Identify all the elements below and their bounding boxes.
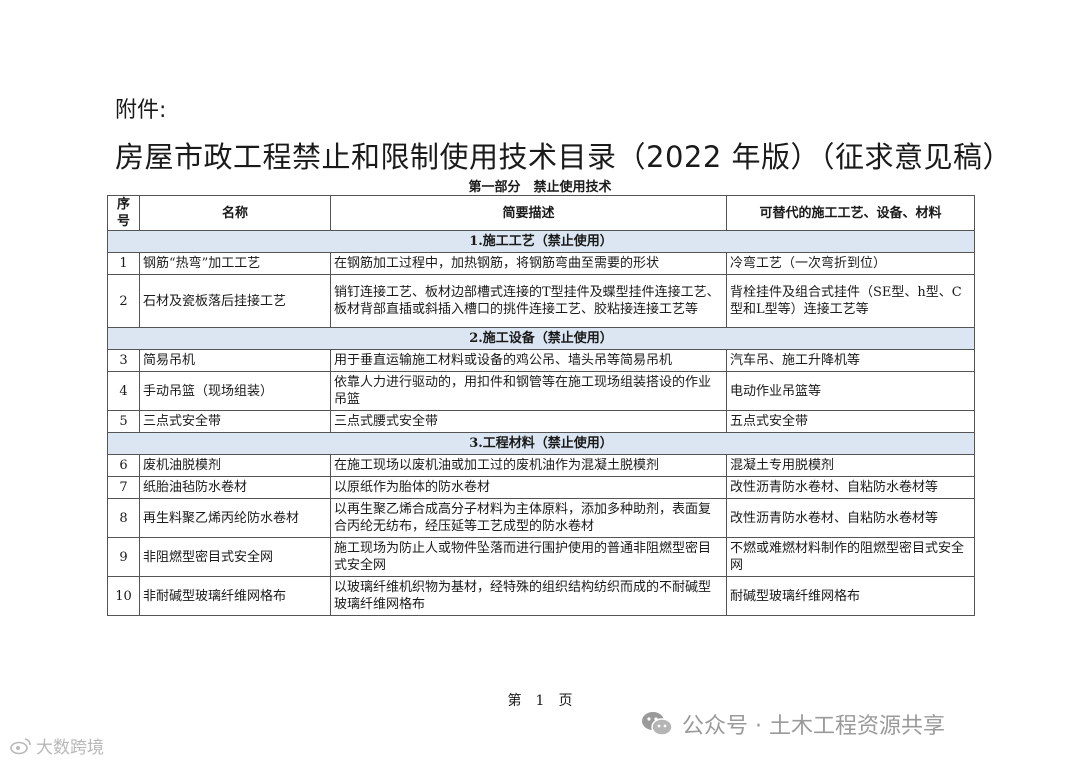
table-row: 4 手动吊篮（现场组装） 依靠人力进行驱动的，用扣件和钢管等在施工现场组装搭设的… xyxy=(107,371,975,411)
row-alternative: 汽车吊、施工升降机等 xyxy=(726,349,975,372)
header-number: 序号 xyxy=(107,195,140,231)
part-title: 第一部分 禁止使用技术 xyxy=(468,180,612,195)
row-alternative: 不燃或难燃材料制作的阻燃型密目式安全网 xyxy=(726,537,975,577)
row-description: 以玻璃纤维机织物为基材，经特殊的组织结构纺织而成的不耐碱型玻璃纤维网格布 xyxy=(330,576,727,616)
header-description: 简要描述 xyxy=(330,195,727,231)
weibo-icon xyxy=(10,737,32,755)
wechat-icon xyxy=(640,710,674,738)
section-row: 2.施工设备（禁止使用） xyxy=(107,327,975,350)
row-alternative: 背栓挂件及组合式挂件（SE型、h型、C型和L型等）连接工艺等 xyxy=(726,274,975,328)
watermark-right-text: 公众号 · 土木工程资源共享 xyxy=(682,714,945,739)
attachment-label: 附件: xyxy=(115,98,167,123)
section-heading: 3.工程材料（禁止使用） xyxy=(107,432,975,455)
watermark-right: 公众号 · 土木工程资源共享 xyxy=(640,708,945,740)
row-number: 4 xyxy=(107,371,140,411)
table-row: 2 石材及瓷板落后挂接工艺 销钉连接工艺、板材边部槽式连接的T型挂件及蝶型挂件连… xyxy=(107,274,975,328)
row-alternative: 耐碱型玻璃纤维网格布 xyxy=(726,576,975,616)
row-description: 销钉连接工艺、板材边部槽式连接的T型挂件及蝶型挂件连接工艺、板材背部直插或斜插入… xyxy=(330,274,727,328)
table-row: 5 三点式安全带 三点式腰式安全带 五点式安全带 xyxy=(107,410,975,433)
row-alternative: 冷弯工艺（一次弯折到位） xyxy=(726,252,975,275)
row-name: 非耐碱型玻璃纤维网格布 xyxy=(139,576,331,616)
row-alternative: 五点式安全带 xyxy=(726,410,975,433)
section-row: 1.施工工艺（禁止使用） xyxy=(107,230,975,253)
row-description: 用于垂直运输施工材料或设备的鸡公吊、墙头吊等简易吊机 xyxy=(330,349,727,372)
row-alternative: 改性沥青防水卷材、自粘防水卷材等 xyxy=(726,476,975,499)
table-row: 7 纸胎油毡防水卷材 以原纸作为胎体的防水卷材 改性沥青防水卷材、自粘防水卷材等 xyxy=(107,476,975,499)
row-name: 简易吊机 xyxy=(139,349,331,372)
row-name: 再生料聚乙烯丙纶防水卷材 xyxy=(139,498,331,538)
row-number: 10 xyxy=(107,576,140,616)
row-alternative: 改性沥青防水卷材、自粘防水卷材等 xyxy=(726,498,975,538)
row-number: 5 xyxy=(107,410,140,433)
row-name: 三点式安全带 xyxy=(139,410,331,433)
technology-table: 序号 名称 简要描述 可替代的施工工艺、设备、材料 1.施工工艺（禁止使用） 1… xyxy=(107,195,975,616)
section-heading: 1.施工工艺（禁止使用） xyxy=(107,230,975,253)
document-title: 房屋市政工程禁止和限制使用技术目录（2022 年版）（征求意见稿） xyxy=(115,140,1013,174)
row-number: 3 xyxy=(107,349,140,372)
row-alternative: 电动作业吊篮等 xyxy=(726,371,975,411)
row-description: 三点式腰式安全带 xyxy=(330,410,727,433)
table-row: 9 非阻燃型密目式安全网 施工现场为防止人或物件坠落而进行围护使用的普通非阻燃型… xyxy=(107,537,975,577)
row-number: 1 xyxy=(107,252,140,275)
row-name: 钢筋“热弯”加工工艺 xyxy=(139,252,331,275)
row-number: 8 xyxy=(107,498,140,538)
row-name: 非阻燃型密目式安全网 xyxy=(139,537,331,577)
row-number: 7 xyxy=(107,476,140,499)
row-number: 9 xyxy=(107,537,140,577)
row-description: 在施工现场以废机油或加工过的废机油作为混凝土脱模剂 xyxy=(330,454,727,477)
row-name: 石材及瓷板落后挂接工艺 xyxy=(139,274,331,328)
table-row: 10 非耐碱型玻璃纤维网格布 以玻璃纤维机织物为基材，经特殊的组织结构纺织而成的… xyxy=(107,576,975,616)
row-description: 以原纸作为胎体的防水卷材 xyxy=(330,476,727,499)
row-name: 纸胎油毡防水卷材 xyxy=(139,476,331,499)
watermark-left-text: 大数跨境 xyxy=(36,738,104,758)
row-name: 废机油脱模剂 xyxy=(139,454,331,477)
section-row: 3.工程材料（禁止使用） xyxy=(107,432,975,455)
row-number: 2 xyxy=(107,274,140,328)
row-description: 在钢筋加工过程中，加热钢筋，将钢筋弯曲至需要的形状 xyxy=(330,252,727,275)
row-name: 手动吊篮（现场组装） xyxy=(139,371,331,411)
row-description: 依靠人力进行驱动的，用扣件和钢管等在施工现场组装搭设的作业吊篮 xyxy=(330,371,727,411)
row-number: 6 xyxy=(107,454,140,477)
table-row: 6 废机油脱模剂 在施工现场以废机油或加工过的废机油作为混凝土脱模剂 混凝土专用… xyxy=(107,454,975,477)
table-row: 1 钢筋“热弯”加工工艺 在钢筋加工过程中，加热钢筋，将钢筋弯曲至需要的形状 冷… xyxy=(107,252,975,275)
section-heading: 2.施工设备（禁止使用） xyxy=(107,327,975,350)
table-row: 8 再生料聚乙烯丙纶防水卷材 以再生聚乙烯合成高分子材料为主体原料，添加多种助剂… xyxy=(107,498,975,538)
header-alternative: 可替代的施工工艺、设备、材料 xyxy=(726,195,975,231)
table-row: 3 简易吊机 用于垂直运输施工材料或设备的鸡公吊、墙头吊等简易吊机 汽车吊、施工… xyxy=(107,349,975,372)
header-name: 名称 xyxy=(139,195,331,231)
row-description: 施工现场为防止人或物件坠落而进行围护使用的普通非阻燃型密目式安全网 xyxy=(330,537,727,577)
page-number: 第 1 页 xyxy=(507,693,573,709)
row-alternative: 混凝土专用脱模剂 xyxy=(726,454,975,477)
table-header-row: 序号 名称 简要描述 可替代的施工工艺、设备、材料 xyxy=(107,195,975,231)
row-description: 以再生聚乙烯合成高分子材料为主体原料，添加多种助剂，表面复合丙纶无纺布，经压延等… xyxy=(330,498,727,538)
watermark-left: 大数跨境 xyxy=(10,733,104,758)
